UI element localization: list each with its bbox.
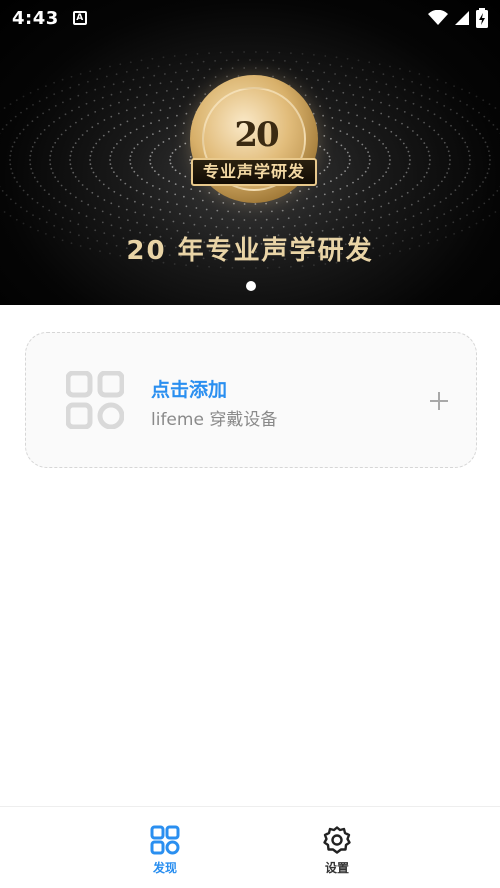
plus-icon[interactable] bbox=[430, 392, 448, 410]
nav-label-discover: 发现 bbox=[152, 861, 177, 875]
status-time: 4:43 bbox=[12, 7, 59, 29]
add-device-subtitle: lifeme 穿戴设备 bbox=[151, 410, 278, 430]
wifi-icon bbox=[428, 10, 448, 25]
add-device-title[interactable]: 点击添加 bbox=[151, 375, 227, 402]
grid-icon bbox=[66, 371, 124, 429]
gear-icon bbox=[323, 826, 351, 854]
signal-icon bbox=[455, 11, 469, 25]
grid-icon bbox=[150, 825, 180, 855]
status-bar: 4:43 A bbox=[0, 0, 500, 36]
medal-ribbon: 专业声学研发 bbox=[191, 158, 317, 186]
carousel-indicator-dot[interactable] bbox=[246, 281, 256, 291]
banner[interactable]: 4:43 A 20 专业声学研发 20 年专业声学研发 bbox=[0, 0, 500, 305]
banner-title: 20 年专业声学研发 bbox=[126, 236, 374, 266]
nav-item-settings[interactable]: 设置 bbox=[297, 825, 377, 876]
a-notification-icon: A bbox=[72, 11, 87, 25]
status-icons bbox=[428, 8, 488, 28]
nav-item-discover[interactable]: 发现 bbox=[125, 825, 205, 876]
nav-label-settings: 设置 bbox=[324, 861, 349, 875]
medal-number: 20 bbox=[234, 115, 279, 155]
battery-icon bbox=[476, 8, 488, 28]
app-screen: 4:43 A 20 专业声学研发 20 年专业声学研发 点击添加 lifeme … bbox=[0, 0, 500, 888]
add-device-card[interactable]: 点击添加 lifeme 穿戴设备 bbox=[25, 332, 477, 468]
bottom-navigation: 发现 设置 bbox=[0, 806, 500, 888]
